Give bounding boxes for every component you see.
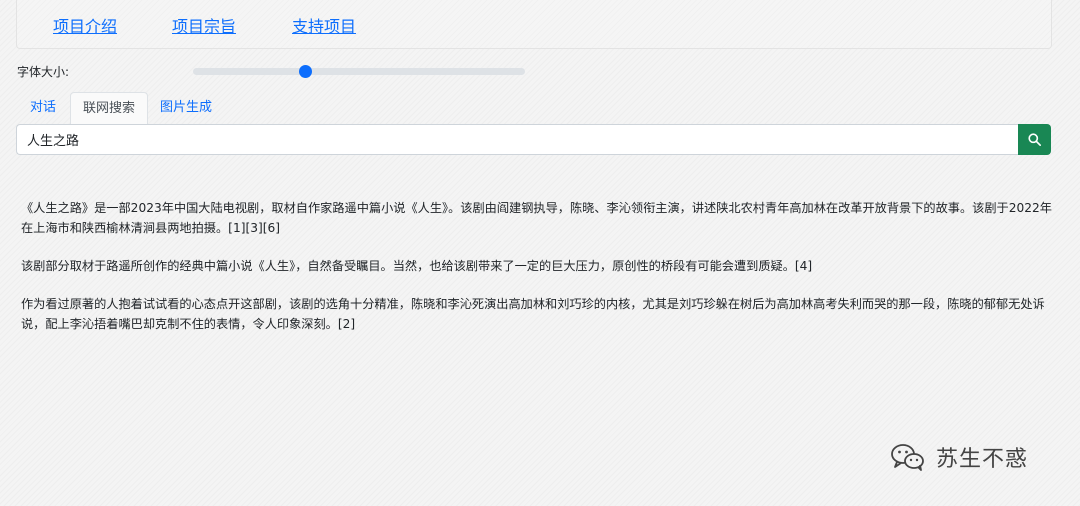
tab-chat[interactable]: 对话 <box>18 92 68 124</box>
result-paragraph: 《人生之路》是一部2023年中国大陆电视剧，取材自作家路遥中篇小说《人生》。该剧… <box>21 201 1052 235</box>
font-size-slider-thumb[interactable] <box>299 65 313 78</box>
result-paragraph: 作为看过原著的人抱着试试看的心态点开这部剧，该剧的选角十分精准，陈晓和李沁死演出… <box>21 297 1045 331</box>
font-size-slider-track[interactable] <box>193 68 525 75</box>
nav-link-project-purpose[interactable]: 项目宗旨 <box>172 13 236 37</box>
mode-tabs: 对话 联网搜索 图片生成 <box>16 92 1050 125</box>
nav-link-support-project[interactable]: 支持项目 <box>292 13 356 37</box>
tab-web-search[interactable]: 联网搜索 <box>70 92 149 125</box>
wechat-icon <box>891 444 924 471</box>
search-results: 《人生之路》是一部2023年中国大陆电视剧，取材自作家路遥中篇小说《人生》。该剧… <box>21 198 1057 352</box>
search-button[interactable] <box>1018 124 1051 155</box>
result-paragraph: 该剧部分取材于路遥所创作的经典中篇小说《人生》，自然备受瞩目。当然，也给该剧带来… <box>21 259 813 273</box>
nav-link-project-intro[interactable]: 项目介绍 <box>53 13 117 37</box>
search-input[interactable] <box>16 124 1019 155</box>
top-nav: 项目介绍 项目宗旨 支持项目 <box>16 0 1052 49</box>
font-size-label: 字体大小: <box>17 65 70 79</box>
font-size-control: 字体大小: <box>17 62 537 82</box>
tab-image-generation[interactable]: 图片生成 <box>148 92 224 124</box>
watermark: 苏生不惑 <box>890 440 1028 474</box>
watermark-text: 苏生不惑 <box>936 447 1029 472</box>
search-icon <box>1028 133 1041 146</box>
